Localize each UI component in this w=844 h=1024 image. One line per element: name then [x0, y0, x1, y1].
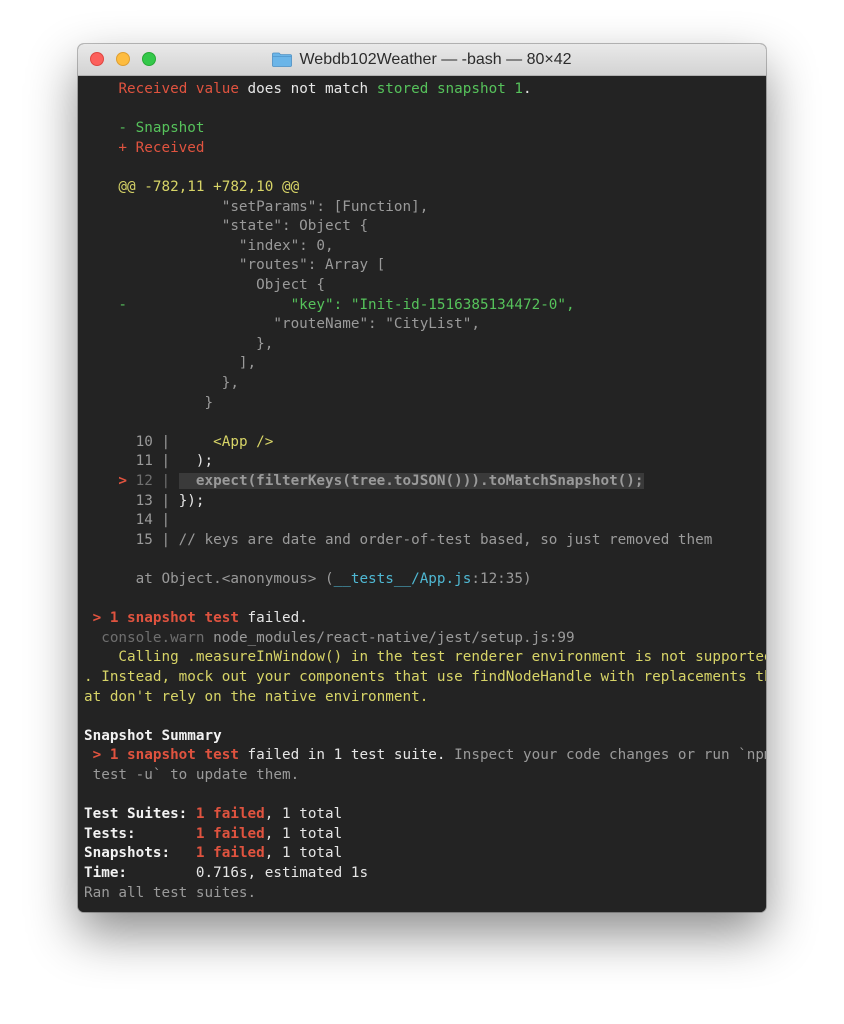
terminal-text: Received value: [118, 81, 239, 97]
terminal-text: ],: [84, 355, 257, 372]
terminal-text: 15 | // keys are date and order-of-test …: [84, 531, 713, 548]
terminal-text: <App />: [178, 433, 274, 450]
terminal-text: Snapshots:: [84, 845, 196, 862]
terminal-line: + Received: [84, 139, 205, 159]
terminal-text: @@ -782,11 +782,10 @@: [84, 179, 300, 195]
terminal-line: ],: [84, 354, 256, 374]
terminal-line: Snapshot Summary: [84, 727, 222, 747]
terminal-text: Tests:: [84, 825, 196, 842]
terminal-text: - Snapshot: [84, 120, 205, 137]
terminal-line: Tests: 1 failed, 1 total: [84, 825, 342, 845]
terminal-text: Snapshot Summary: [84, 727, 222, 744]
terminal-line: 15 | // keys are date and order-of-test …: [84, 531, 713, 551]
terminal-text: "setParams": [Function],: [84, 198, 429, 215]
terminal-line: Test Suites: 1 failed, 1 total: [84, 805, 342, 825]
terminal-text: "routes": Array [: [84, 257, 386, 274]
terminal-line: > 1 snapshot test failed in 1 test suite…: [84, 746, 766, 766]
terminal-line: Object {: [84, 276, 325, 296]
terminal-line: Ran all test suites.: [84, 884, 256, 904]
terminal-line: Snapshots: 1 failed, 1 total: [84, 844, 342, 864]
terminal-line: "index": 0,: [84, 237, 334, 257]
terminal-line: > 12 | expect(filterKeys(tree.toJSON()))…: [84, 472, 644, 492]
terminal-text: 1 failed: [195, 825, 265, 842]
terminal-text: __tests__/App.js: [333, 571, 472, 587]
terminal-text: stored snapshot 1: [376, 81, 524, 97]
terminal-text: 13 |: [84, 492, 179, 509]
terminal-text: 12 |: [135, 473, 179, 489]
terminal-text: Calling .measureInWindow() in the test r…: [84, 649, 766, 666]
terminal-line: 13 | });: [84, 492, 205, 512]
terminal-line: > 1 snapshot test failed.: [84, 609, 308, 629]
terminal-line: - Snapshot: [84, 119, 205, 139]
terminal-text: does not match: [238, 81, 377, 97]
terminal-line: 14 |: [84, 511, 170, 531]
terminal-text: test -u` to update them.: [84, 767, 300, 783]
terminal-text: >: [84, 473, 136, 489]
terminal-line: test -u` to update them.: [84, 766, 300, 786]
terminal-line: . Instead, mock out your components that…: [84, 668, 766, 688]
terminal-text: );: [178, 453, 214, 470]
terminal-text: node_modules/react-native/jest/setup.js:…: [204, 629, 575, 646]
terminal-text: Object {: [84, 277, 326, 293]
terminal-line: },: [84, 335, 273, 355]
terminal-text: 1 failed: [195, 845, 265, 862]
terminal-text: , 1 total: [264, 806, 343, 823]
terminal-text: 10 |: [84, 433, 179, 450]
terminal-text: 14 |: [84, 512, 171, 529]
terminal-line: "setParams": [Function],: [84, 198, 429, 218]
terminal-line: @@ -782,11 +782,10 @@: [84, 178, 299, 198]
terminal-text: , 1 total: [264, 845, 343, 862]
terminal-text: 0.716s, estimated 1s: [195, 865, 369, 881]
terminal-text: "state": Object {: [84, 218, 369, 235]
terminal-text: - "key": "Init-id-1516385134472-0",: [84, 296, 575, 313]
window-title: Webdb102Weather — -bash — 80×42: [299, 50, 572, 68]
terminal-text: "routeName": "CityList",: [84, 316, 480, 333]
terminal-text: at don't rely on the native environment.: [84, 688, 429, 705]
terminal-text: . Instead, mock out your components that…: [84, 669, 766, 685]
terminal-line: },: [84, 374, 239, 394]
terminal-line: console.warn node_modules/react-native/j…: [84, 629, 575, 649]
terminal-text: at Object.<anonymous> (: [84, 571, 334, 587]
terminal-line: - "key": "Init-id-1516385134472-0",: [84, 296, 575, 316]
terminal-text: Ran all test suites.: [84, 884, 257, 901]
terminal-line: "routes": Array [: [84, 256, 385, 276]
terminal-text: });: [178, 492, 205, 509]
terminal-line: Received value does not match stored sna…: [84, 80, 532, 100]
terminal-text: + Received: [84, 139, 205, 156]
terminal-text: .: [523, 81, 532, 97]
title-bar[interactable]: Webdb102Weather — -bash — 80×42: [78, 44, 766, 76]
terminal-text: Test Suites:: [84, 806, 196, 823]
terminal-window: Webdb102Weather — -bash — 80×42 Received…: [78, 44, 766, 912]
terminal-text: , 1 total: [264, 825, 343, 842]
terminal-text: 1 failed: [195, 806, 265, 823]
terminal-line: "state": Object {: [84, 217, 368, 237]
terminal-text: console.warn: [84, 629, 205, 646]
terminal-line: Time: 0.716s, estimated 1s: [84, 864, 368, 884]
terminal-text: > 1 snapshot test: [84, 747, 239, 764]
terminal-text: },: [84, 335, 274, 352]
terminal-line: "routeName": "CityList",: [84, 315, 480, 335]
terminal-text: }: [84, 394, 214, 411]
terminal-text: expect(filterKeys(tree.toJSON())).toMatc…: [178, 473, 644, 489]
terminal-line: at don't rely on the native environment.: [84, 688, 428, 708]
terminal-text: 11 |: [84, 453, 179, 470]
terminal-line: Calling .measureInWindow() in the test r…: [84, 648, 766, 668]
terminal-text: failed.: [238, 610, 308, 627]
terminal-text: },: [84, 375, 239, 391]
terminal-line: at Object.<anonymous> (__tests__/App.js:…: [84, 570, 532, 590]
folder-icon: [272, 52, 293, 67]
window-title-area: Webdb102Weather — -bash — 80×42: [78, 44, 766, 75]
terminal-line: }: [84, 394, 214, 414]
terminal-text: > 1 snapshot test: [84, 610, 239, 627]
terminal-text: Time:: [84, 865, 196, 881]
terminal-text: Inspect your code changes or run `npm: [454, 747, 766, 764]
terminal-text: "index": 0,: [84, 237, 334, 254]
terminal-line: 10 | <App />: [84, 433, 274, 453]
terminal-output[interactable]: Received value does not match stored sna…: [78, 76, 766, 912]
terminal-text: failed in 1 test suite.: [238, 747, 455, 764]
terminal-text: :12:35): [471, 571, 532, 587]
terminal-line: 11 | );: [84, 452, 213, 472]
